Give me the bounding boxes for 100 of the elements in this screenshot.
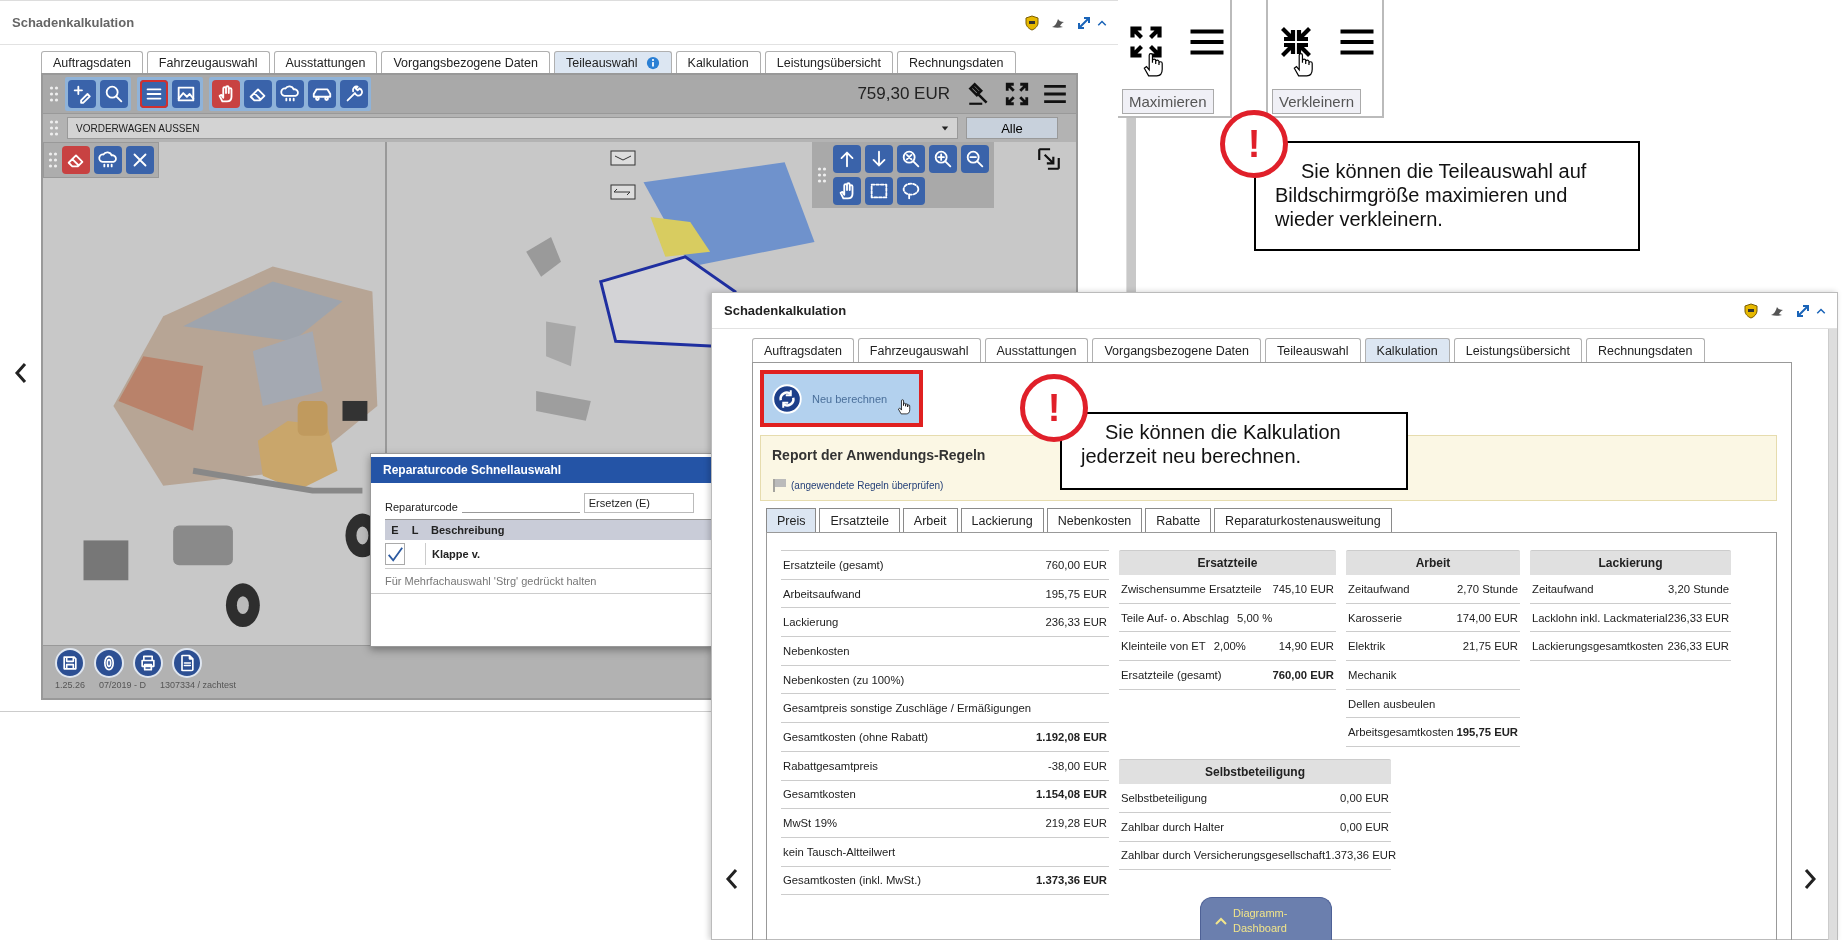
row-label: MwSt 19%: [783, 817, 837, 830]
list-icon[interactable]: [140, 80, 168, 108]
window-title: Schadenkalkulation: [12, 15, 136, 30]
tire-icon[interactable]: [94, 648, 124, 678]
row-label: Lacklohn inkl. Lackmaterial: [1532, 611, 1668, 624]
filter-dropdown[interactable]: VORDERWAGEN AUSSEN: [67, 117, 958, 139]
drag-handle-icon[interactable]: [49, 84, 59, 104]
amount: 1.154,08 EUR: [1036, 788, 1107, 801]
all-button[interactable]: Alle: [966, 117, 1058, 139]
close-icon[interactable]: [126, 146, 154, 174]
info-icon[interactable]: [645, 55, 660, 70]
amount: 0,00 EUR: [1340, 791, 1389, 804]
caret-up-icon: [1215, 916, 1227, 925]
tooltip: Maximieren: [1122, 89, 1214, 114]
tab[interactable]: Preis: [766, 508, 817, 532]
row-label: Nebenkosten (zu 100%): [783, 673, 905, 686]
row-label: Gesamtpreis sonstige Zuschläge / Ermäßigungen: [783, 702, 1032, 715]
repair-code-field[interactable]: Ersetzen (E): [583, 493, 694, 513]
tab[interactable]: Vorgangsbezogene Daten: [381, 51, 550, 73]
tab[interactable]: Lackierung: [960, 508, 1044, 532]
arrow-down-icon[interactable]: [865, 145, 893, 173]
zoom-out-icon[interactable]: [961, 145, 989, 173]
maximize-icon[interactable]: [1128, 24, 1164, 60]
status-text: 1.25.26: [55, 680, 86, 690]
tab[interactable]: Kalkulation: [1364, 338, 1450, 362]
row-label: Zahlbar durch Halter: [1121, 820, 1224, 833]
tab[interactable]: Rabatte: [1145, 508, 1212, 532]
tab[interactable]: Reparaturkostenausweitung: [1214, 508, 1392, 532]
selection-icon[interactable]: [865, 177, 893, 205]
maximize-icon[interactable]: [1004, 81, 1030, 107]
zoom-in-icon[interactable]: [929, 145, 957, 173]
tag-icon[interactable]: [609, 148, 637, 168]
tab[interactable]: Leistungsübersicht: [1453, 338, 1582, 362]
amount: 1.373,36 EUR: [1036, 874, 1107, 887]
plus-pencil-icon[interactable]: [68, 80, 96, 108]
tab[interactable]: Ausstattungen: [984, 338, 1089, 362]
expand-icon[interactable]: [1795, 302, 1811, 319]
shield-icon[interactable]: [1024, 14, 1040, 31]
tab[interactable]: Teileauswahl: [1265, 338, 1361, 362]
checkmark-icon[interactable]: [385, 543, 405, 565]
tab[interactable]: Nebenkosten: [1046, 508, 1143, 532]
drag-handle-icon[interactable]: [48, 150, 58, 170]
scrollbar[interactable]: [1126, 118, 1136, 292]
tab[interactable]: Ersatzteile: [819, 508, 900, 532]
tab[interactable]: Leistungsübersicht: [764, 51, 893, 73]
car-icon[interactable]: [308, 80, 336, 108]
printer-icon[interactable]: [133, 648, 163, 678]
expand-icon[interactable]: [1076, 14, 1092, 31]
column-header: Beschreibung: [430, 524, 505, 536]
save-icon[interactable]: [55, 648, 85, 678]
eraser-icon[interactable]: [244, 80, 272, 108]
amount: 1.192,08 EUR: [1036, 730, 1107, 743]
tab[interactable]: Kalkulation: [675, 51, 761, 73]
drag-handle-icon[interactable]: [817, 165, 827, 185]
tab[interactable]: Rechnungsdaten: [1585, 338, 1705, 362]
shield-icon[interactable]: [1743, 302, 1759, 319]
drag-handle-icon[interactable]: [49, 118, 59, 138]
scrollbar[interactable]: [1828, 329, 1837, 940]
row-label: Mechanik: [1348, 668, 1397, 681]
tab[interactable]: Arbeit: [902, 508, 958, 532]
amount: 236,33 EUR: [1667, 640, 1729, 653]
image-icon[interactable]: [172, 80, 200, 108]
amount: 760,00 EUR: [1045, 558, 1107, 571]
tooltip: Verkleinern: [1272, 89, 1362, 114]
row-label: Gesamtkosten (inkl. MwSt.): [783, 874, 922, 887]
row-label: Lackierungsgesamtkosten: [1532, 640, 1664, 653]
tab[interactable]: Auftragsdaten: [752, 338, 854, 362]
tab[interactable]: Teileauswahl: [554, 51, 672, 73]
row-label: Karosserie: [1348, 611, 1402, 624]
document-icon[interactable]: [172, 648, 202, 678]
collapse-icon[interactable]: [1036, 146, 1062, 172]
row-label: Kleinteile von ET: [1121, 640, 1206, 653]
hand-icon[interactable]: [212, 80, 240, 108]
group-header: Selbstbeteiligung: [1119, 759, 1391, 785]
tab[interactable]: Fahrzeugauswahl: [857, 338, 981, 362]
report-title: Report der Anwendungs-Regeln: [772, 447, 986, 463]
lasso-icon[interactable]: [897, 177, 925, 205]
tab[interactable]: Rechnungsdaten: [896, 51, 1016, 73]
rules-link[interactable]: (angewendete Regeln überprüfen): [791, 479, 944, 491]
swap-icon[interactable]: [609, 182, 637, 202]
wrench-icon[interactable]: [340, 80, 368, 108]
tab[interactable]: Auftragsdaten: [41, 51, 143, 73]
arrow-up-icon[interactable]: [833, 145, 861, 173]
cloud-icon[interactable]: [276, 80, 304, 108]
hand-icon[interactable]: [833, 177, 861, 205]
tab[interactable]: Ausstattungen: [273, 51, 378, 73]
row-label: Selbstbeteiligung: [1121, 791, 1208, 804]
tab[interactable]: Fahrzeugauswahl: [146, 51, 270, 73]
status-text: 07/2019 - D: [99, 680, 147, 690]
amount: 3,20 Stunde: [1668, 582, 1729, 595]
row-label: Teile Auf- o. Abschlag: [1121, 611, 1229, 624]
tab[interactable]: Vorgangsbezogene Daten: [1092, 338, 1261, 362]
row-label: kein Tausch-Altteilwert: [783, 845, 896, 858]
search-icon[interactable]: [100, 80, 128, 108]
row-label: Gesamtkosten: [783, 788, 856, 801]
zoom-fit-icon[interactable]: [897, 145, 925, 173]
cloud-icon[interactable]: [94, 146, 122, 174]
amount: 174,00 EUR: [1456, 611, 1518, 624]
amount: 2,70 Stunde: [1457, 582, 1518, 595]
eraser-icon[interactable]: [62, 146, 90, 174]
